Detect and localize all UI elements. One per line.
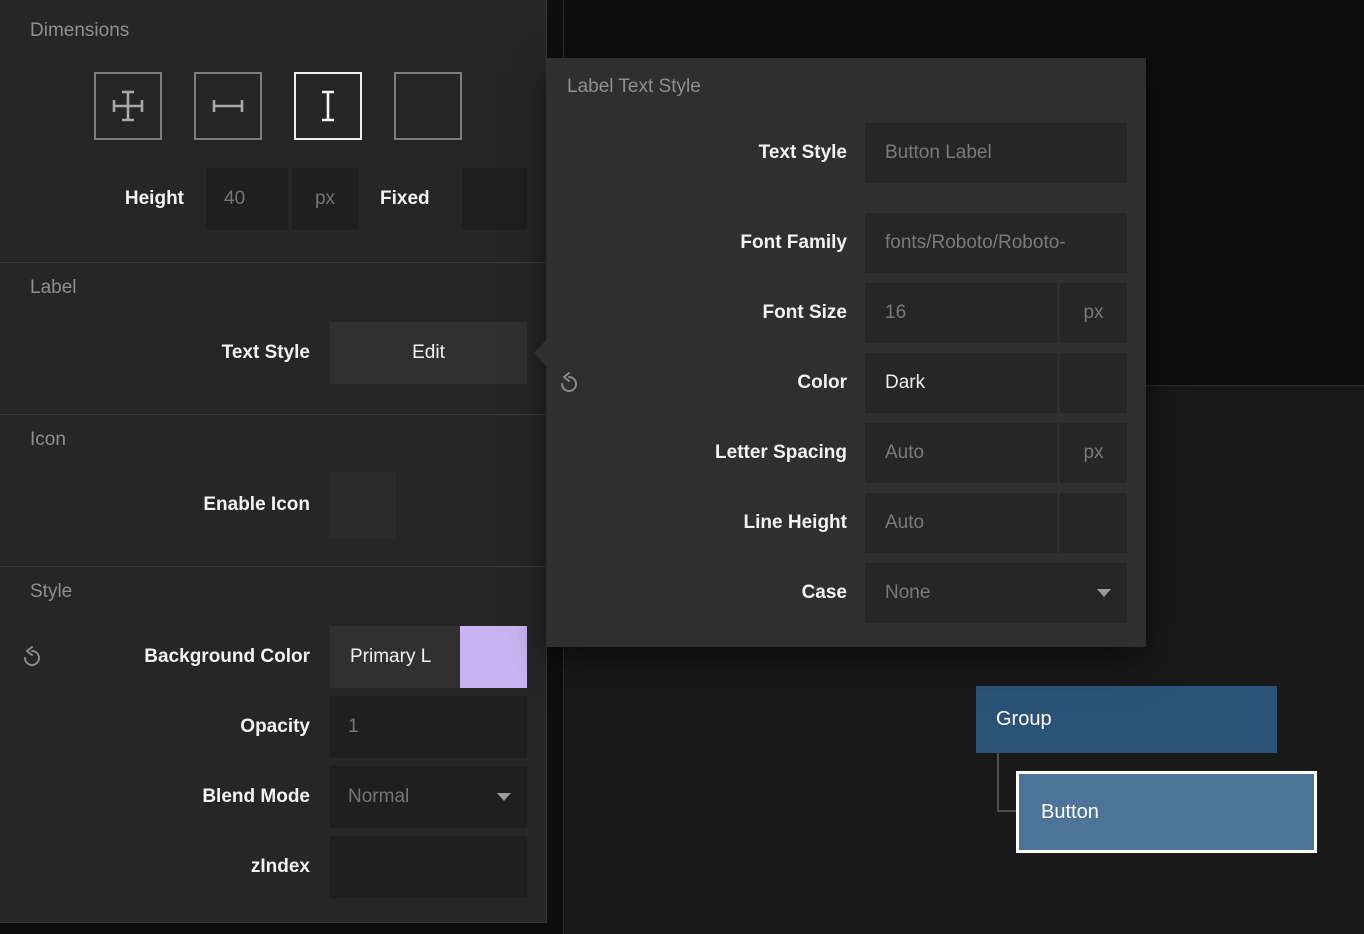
pop-line-height-label: Line Height — [547, 493, 847, 553]
group-node-label: Group — [996, 708, 1052, 730]
pop-letter-spacing-unit-select[interactable]: px — [1060, 423, 1127, 483]
enable-icon-checkbox[interactable] — [330, 472, 396, 538]
text-style-label: Text Style — [0, 322, 310, 384]
pop-case-label: Case — [547, 563, 847, 623]
pop-font-family-label: Font Family — [547, 213, 847, 273]
opacity-label: Opacity — [0, 696, 310, 758]
sizing-mode-none-button[interactable] — [394, 72, 462, 140]
height-input[interactable]: 40 — [206, 168, 288, 230]
zindex-label: zIndex — [0, 836, 310, 898]
size-none-icon — [408, 86, 448, 126]
size-height-icon — [308, 86, 348, 126]
tree-connector-horizontal — [997, 810, 1016, 812]
section-divider — [0, 566, 546, 567]
sizing-mode-both-button[interactable] — [94, 72, 162, 140]
fixed-checkbox[interactable] — [462, 168, 527, 230]
pop-text-style-value: Button Label — [865, 123, 1127, 183]
pop-color-value: Dark — [865, 353, 1057, 413]
background-color-button[interactable]: Primary L — [330, 626, 460, 688]
section-divider — [0, 414, 546, 415]
popover-title: Label Text Style — [567, 76, 701, 98]
label-section-title: Label — [30, 277, 77, 299]
pop-font-size-label: Font Size — [547, 283, 847, 343]
popover-arrow — [534, 339, 547, 367]
chevron-down-icon — [497, 793, 511, 801]
height-value: 40 — [206, 188, 245, 209]
pop-line-height-input[interactable]: Auto — [865, 493, 1057, 553]
background-color-label: Background Color — [0, 626, 310, 688]
background-color-swatch[interactable] — [460, 626, 527, 688]
canvas-group-node[interactable]: Group — [976, 686, 1277, 753]
pop-font-family-value: fonts/Roboto/Roboto- — [865, 213, 1127, 273]
text-style-edit-button[interactable]: Edit — [330, 322, 527, 384]
size-both-icon — [108, 86, 148, 126]
pop-color-input[interactable]: Dark — [865, 353, 1057, 413]
label-text-style-popover: Label Text Style Text Style Button Label… — [547, 58, 1146, 647]
pop-font-size-value: 16 — [865, 283, 1057, 343]
pop-letter-spacing-label: Letter Spacing — [547, 423, 847, 483]
opacity-value: 1 — [330, 716, 359, 737]
zindex-value — [330, 856, 348, 877]
pop-color-unit-box[interactable] — [1060, 353, 1127, 413]
icon-section-title: Icon — [30, 429, 66, 451]
pop-text-style-input[interactable]: Button Label — [865, 123, 1127, 183]
pop-color-label: Color — [547, 353, 847, 413]
pop-line-height-unit-box[interactable] — [1060, 493, 1127, 553]
dimensions-section-title: Dimensions — [30, 20, 129, 42]
pop-case-dropdown[interactable]: None — [865, 563, 1127, 623]
height-unit-select[interactable]: px — [292, 168, 358, 230]
zindex-input[interactable] — [330, 836, 527, 898]
tree-connector-vertical — [997, 753, 999, 812]
size-width-icon — [208, 86, 248, 126]
pop-letter-spacing-input[interactable]: Auto — [865, 423, 1057, 483]
fixed-label: Fixed — [380, 168, 430, 230]
blend-mode-dropdown[interactable]: Normal — [330, 766, 527, 828]
opacity-input[interactable]: 1 — [330, 696, 527, 758]
pop-line-height-value: Auto — [865, 493, 1057, 553]
pop-font-size-input[interactable]: 16 — [865, 283, 1057, 343]
app-window: Group Button Dimensions H — [0, 0, 1364, 934]
pop-font-size-unit-select[interactable]: px — [1060, 283, 1127, 343]
sizing-mode-height-button[interactable] — [294, 72, 362, 140]
style-section-title: Style — [30, 581, 72, 603]
pop-letter-spacing-value: Auto — [865, 423, 1057, 483]
height-label: Height — [0, 168, 184, 230]
sizing-mode-width-button[interactable] — [194, 72, 262, 140]
chevron-down-icon — [1097, 589, 1111, 597]
button-node-label: Button — [1041, 801, 1099, 823]
canvas-button-node[interactable]: Button — [1016, 771, 1317, 853]
properties-panel: Dimensions Height 40 px Fixed Lab — [0, 0, 547, 923]
blend-mode-value: Normal — [330, 786, 409, 807]
pop-text-style-label: Text Style — [547, 123, 847, 183]
pop-case-value: None — [865, 563, 1127, 623]
pop-font-family-input[interactable]: fonts/Roboto/Roboto- — [865, 213, 1127, 273]
blend-mode-label: Blend Mode — [0, 766, 310, 828]
section-divider — [0, 262, 546, 263]
enable-icon-label: Enable Icon — [0, 472, 310, 538]
